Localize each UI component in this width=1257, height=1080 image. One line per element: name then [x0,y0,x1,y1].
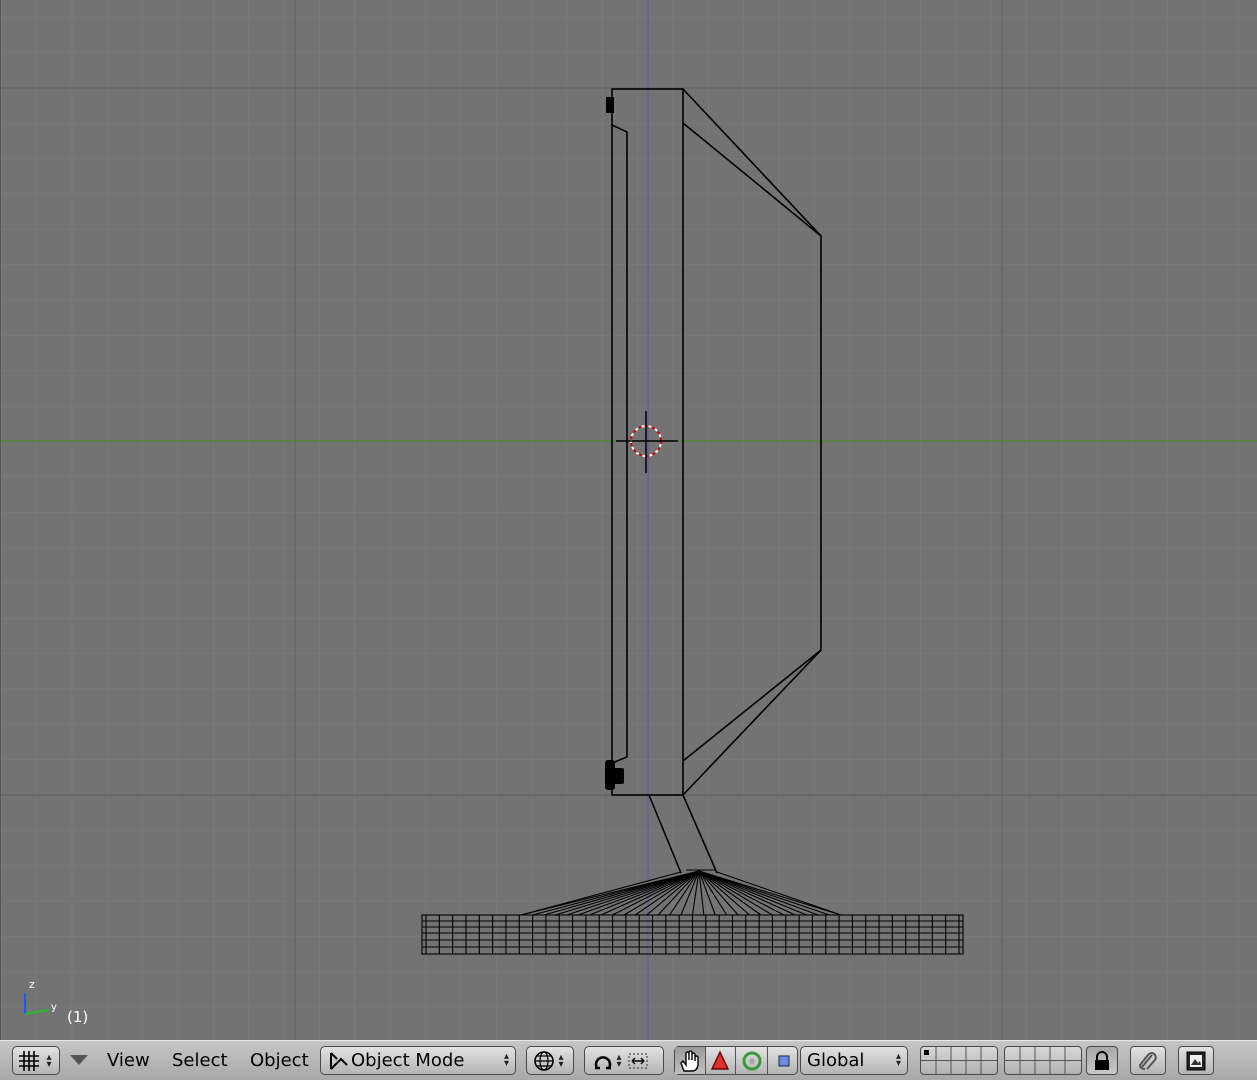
updown-arrows-icon: ▴ ▾ [558,1051,564,1070]
layer-grid-icon [1005,1047,1081,1074]
render-icon [1186,1051,1206,1070]
manipulator-toggle[interactable] [675,1047,706,1074]
3d-viewport[interactable]: z y (1) [0,0,1257,1040]
layer-buttons-2[interactable] [1004,1046,1082,1075]
orientation-label: Global [807,1050,865,1071]
layer-grid-icon [921,1047,997,1074]
lock-icon [1095,1050,1109,1070]
pivot-button[interactable]: ▴ ▾ [584,1046,664,1075]
orientation-dropdown[interactable]: Global ▴ ▾ [800,1046,908,1075]
lock-layers-button[interactable] [1086,1046,1118,1075]
wireframe-sphere-icon [534,1050,554,1071]
collapse-menus-icon[interactable] [70,1055,88,1065]
updown-arrows-icon: ▴ ▾ [46,1051,52,1070]
editor-type-button[interactable]: ▴ ▾ [12,1046,60,1075]
render-button[interactable] [1178,1046,1214,1075]
updown-arrows-icon: ▴ ▾ [616,1051,622,1070]
menu-select[interactable]: Select [172,1049,228,1073]
grid-minor [1,0,1257,1040]
updown-arrows-icon: ▴ ▾ [895,1051,901,1069]
updown-arrows-icon: ▴ ▾ [503,1051,509,1069]
draw-type-button[interactable]: ▴ ▾ [526,1046,574,1075]
square-icon[interactable] [773,1050,795,1072]
frame-label: (1) [67,1008,89,1026]
grid-icon [19,1050,39,1071]
axis-label-y: y [51,1002,57,1013]
ring-icon[interactable] [740,1049,764,1073]
align-icon [628,1053,648,1068]
mode-dropdown[interactable]: Object Mode ▴ ▾ [320,1046,516,1075]
mode-label: Object Mode [351,1050,465,1071]
hand-icon [680,1050,699,1072]
link-button[interactable] [1130,1046,1166,1075]
menu-view[interactable]: View [107,1049,150,1073]
pivot-icon [594,1055,612,1069]
link-icon [1138,1051,1157,1070]
viewport-header: ▴ ▾ View Select Object Object Mode ▴ ▾ ▴ ▾ … [0,1040,1257,1080]
object-mode-icon [330,1051,348,1070]
layer-buttons-1[interactable] [920,1046,998,1075]
menu-object[interactable]: Object [250,1049,309,1073]
viewport-canvas[interactable]: z y [1,0,1257,1040]
manipulator-group [674,1046,798,1075]
triangle-icon[interactable] [709,1050,731,1072]
axis-label-z: z [29,978,35,991]
